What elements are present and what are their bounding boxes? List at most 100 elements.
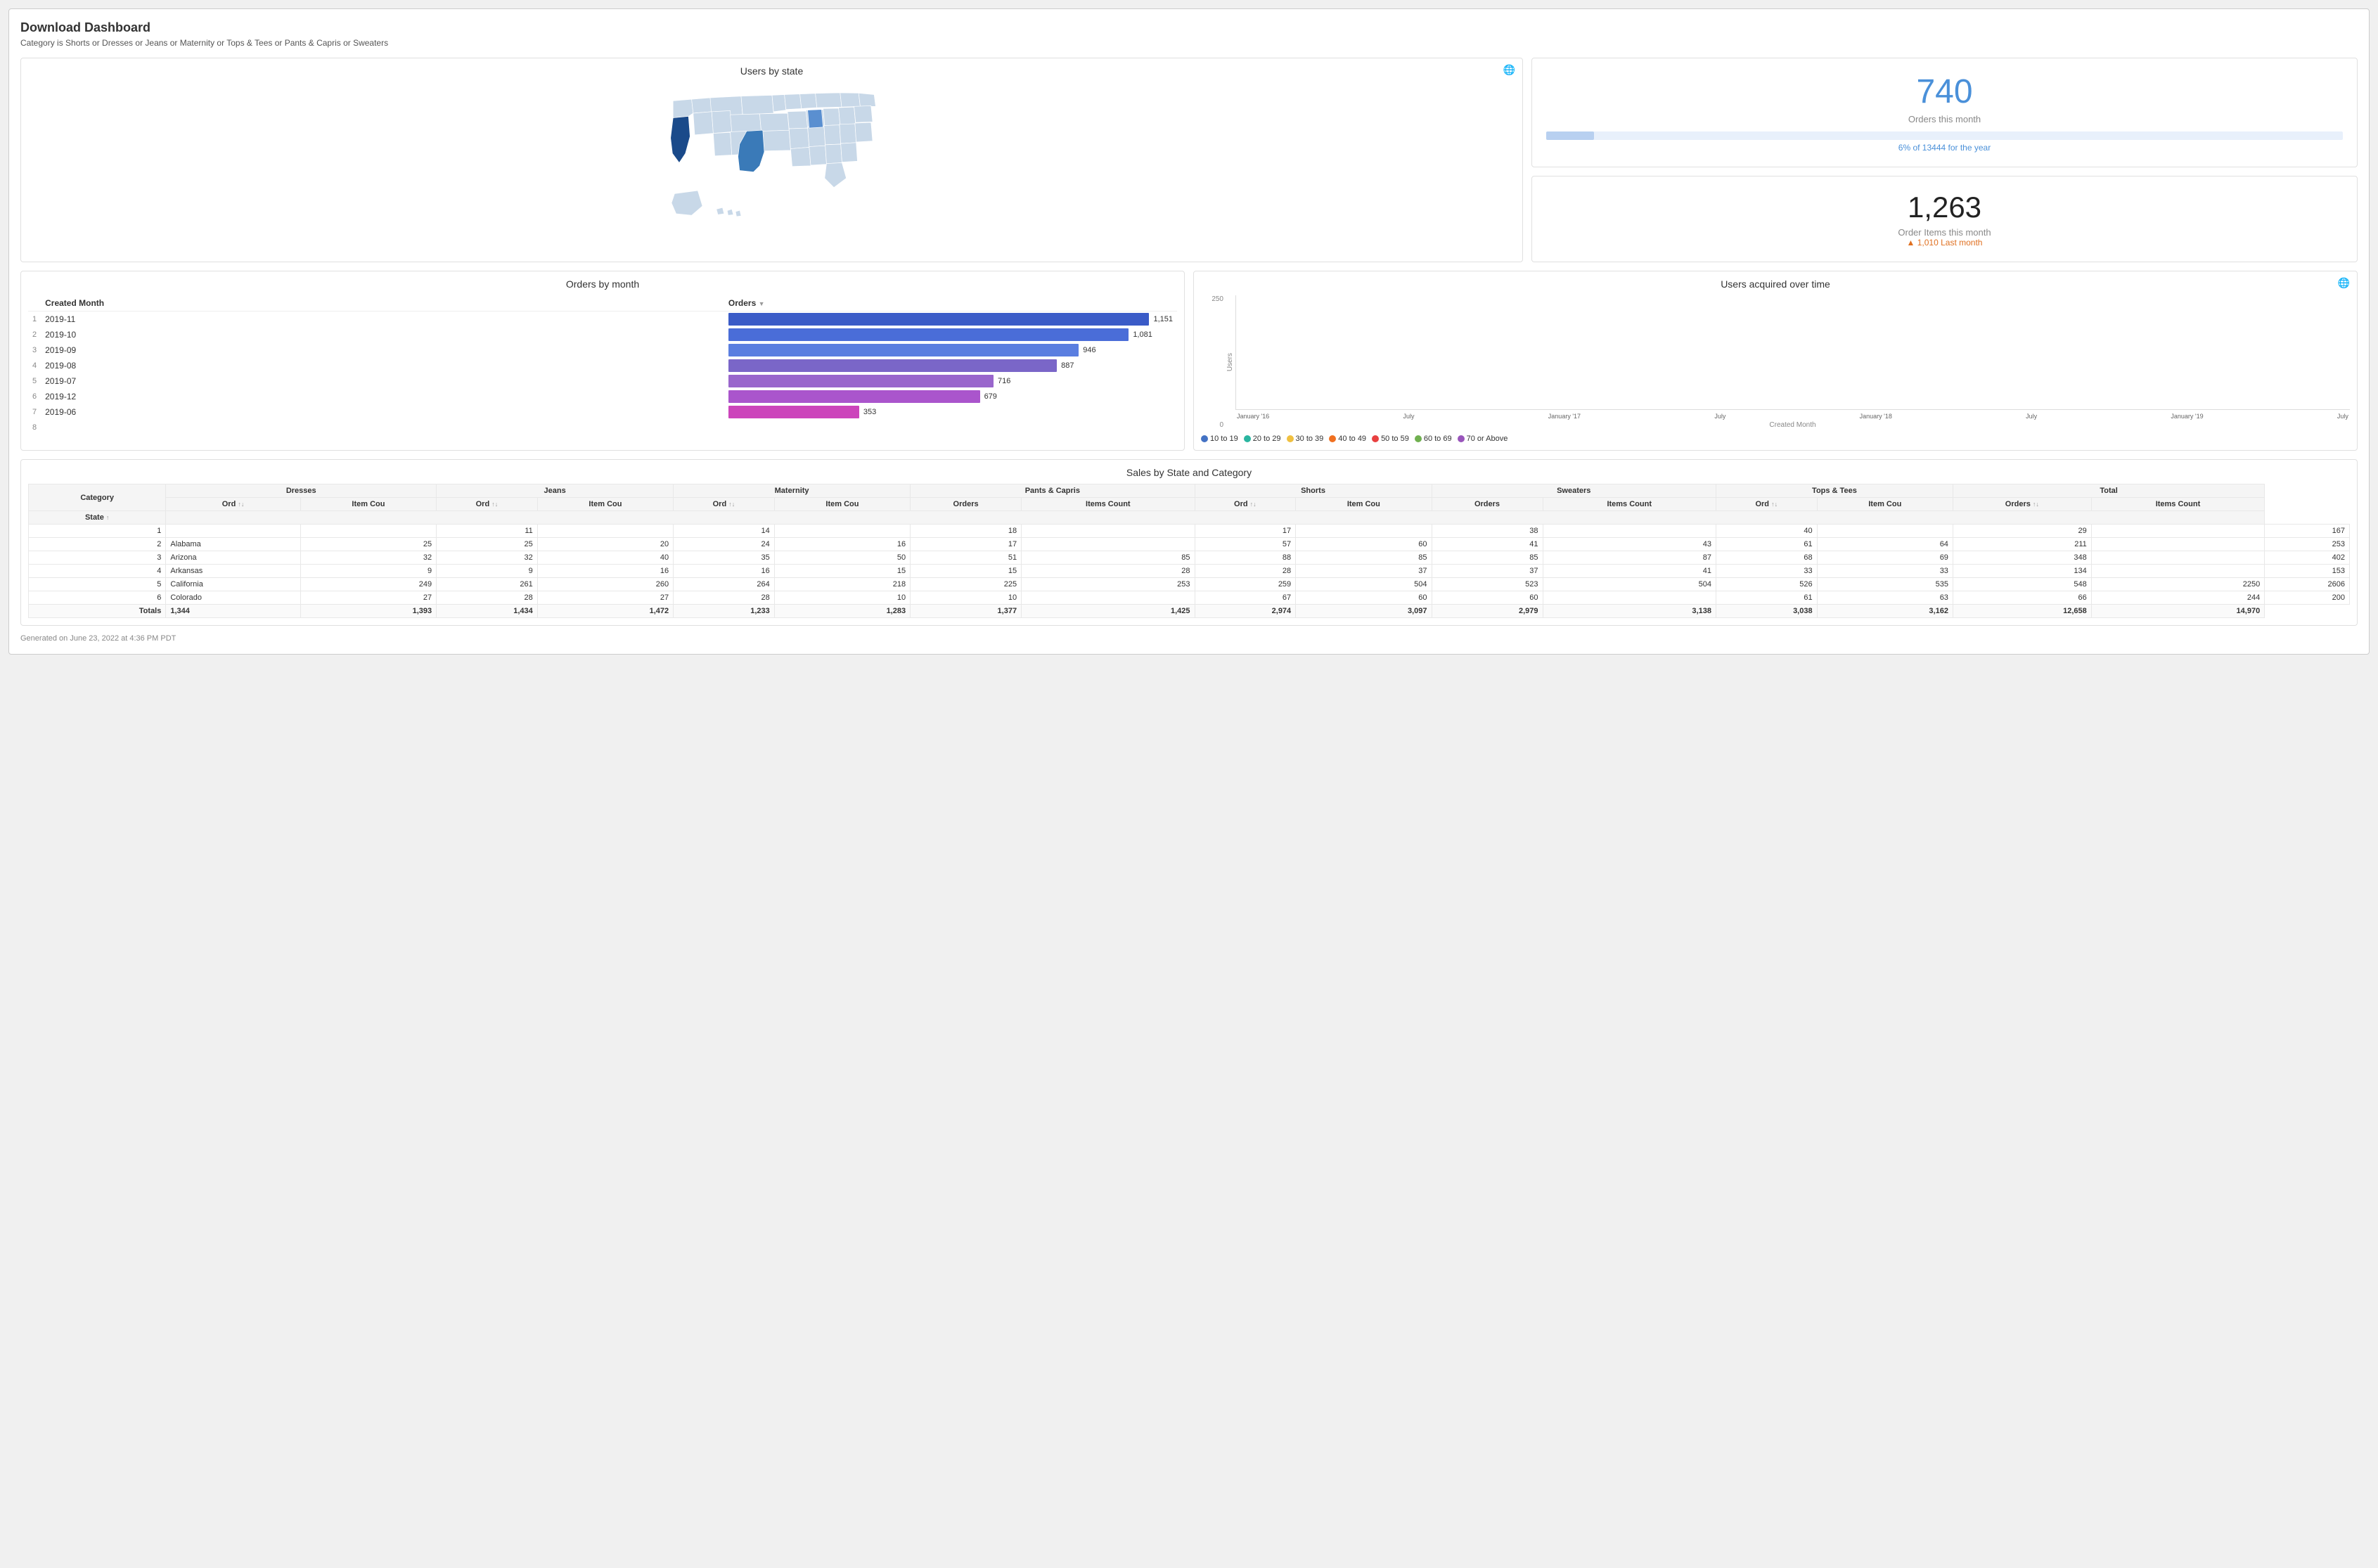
rank-header	[28, 295, 41, 311]
sw-ic: 40	[1716, 525, 1817, 538]
legend-item: 30 to 39	[1287, 435, 1324, 443]
row-bar-cell: 679	[724, 389, 1177, 404]
tt-ic: 211	[1953, 538, 2091, 551]
bar-row-inner: 679	[728, 390, 1173, 403]
metric-bar-text: 6% of 13444 for the year	[1546, 143, 2343, 153]
bar-val: 353	[863, 408, 876, 416]
je-ord-h[interactable]: Ord ↑↓	[437, 498, 538, 511]
sh-ic: 60	[1432, 591, 1543, 605]
bar-val: 716	[998, 377, 1010, 385]
y-axis-label: Users	[1226, 353, 1234, 371]
tops-header: Tops & Tees	[1716, 484, 1953, 498]
usa-map-svg	[568, 82, 976, 237]
users-chart-globe-icon[interactable]: 🌐	[2338, 277, 2350, 289]
row-month: 2019-08	[41, 358, 724, 373]
row-rank: 2	[28, 327, 41, 342]
sh-ord: 60	[1296, 538, 1432, 551]
je-ic: 35	[674, 551, 775, 565]
sales-panel: Sales by State and Category Category Dre…	[20, 459, 2358, 626]
row-rank: 1	[28, 311, 41, 328]
orders-bar-table: Created Month Orders ▼ 1 2019-11 1,151 2…	[28, 295, 1177, 435]
pc-header: Pants & Capris	[911, 484, 1195, 498]
stacked-bars	[1235, 295, 2350, 410]
ma-ic: 10	[911, 591, 1022, 605]
tt-ord-h[interactable]: Ord ↑↓	[1716, 498, 1817, 511]
je-ic: 14	[674, 525, 775, 538]
dr-ic: 25	[437, 538, 538, 551]
row-month: 2019-09	[41, 342, 724, 358]
pc-ic: 259	[1195, 578, 1296, 591]
sales-table: Category Dresses Jeans Maternity Pants &…	[28, 484, 2350, 618]
legend-label: 30 to 39	[1296, 435, 1324, 443]
tot-ord-h[interactable]: Orders ↑↓	[1953, 498, 2091, 511]
x-label: July	[1714, 413, 1725, 420]
legend-label: 70 or Above	[1467, 435, 1508, 443]
bar-val: 679	[984, 392, 997, 401]
table-row: 4 Arkansas 9 9 16 16 15 15 28 28 37 37 4…	[29, 565, 2350, 578]
row-rank: 7	[28, 404, 41, 420]
pc-ord	[1022, 591, 1195, 605]
ma-ord-h[interactable]: Ord ↑↓	[674, 498, 775, 511]
rank-cell: 1	[29, 525, 166, 538]
stacked-chart-container: 250 0 Users January '16JulyJanuary '17Ju…	[1201, 295, 2350, 429]
orders-header: Orders ▼	[724, 295, 1177, 311]
x-label: July	[1403, 413, 1415, 420]
tot-ma-ic: 1,283	[774, 605, 910, 618]
totals-label: Totals	[29, 605, 166, 618]
sw-ord: 41	[1543, 565, 1716, 578]
shorts-header: Shorts	[1195, 484, 1432, 498]
dr-ic-h: Item Cou	[300, 498, 436, 511]
sh-ord: 504	[1296, 578, 1432, 591]
dr-ord: 32	[300, 551, 436, 565]
ma-ord: 50	[774, 551, 910, 565]
x-label: July	[2026, 413, 2037, 420]
legend-item: 40 to 49	[1329, 435, 1366, 443]
pc-ord: 85	[1022, 551, 1195, 565]
order-items-sub: ▲ 1,010 Last month	[1546, 238, 2343, 248]
bar-val: 946	[1083, 346, 1095, 354]
tt-ord: 69	[1817, 551, 1953, 565]
sh-ic: 523	[1432, 578, 1543, 591]
bar-val: 1,151	[1153, 315, 1173, 323]
legend-dot	[1201, 435, 1208, 442]
bar-row: 6 2019-12 679	[28, 389, 1177, 404]
sales-table-scroll[interactable]: Category Dresses Jeans Maternity Pants &…	[28, 484, 2350, 618]
bar-fill	[728, 375, 994, 387]
tt-ic: 548	[1953, 578, 2091, 591]
ma-ic-h: Item Cou	[774, 498, 910, 511]
dr-ord-h[interactable]: Ord ↑↓	[166, 498, 300, 511]
tot-dr-ic: 1,393	[300, 605, 436, 618]
rank-cell: 5	[29, 578, 166, 591]
pc-ord: 28	[1022, 565, 1195, 578]
bar-fill	[728, 406, 859, 418]
state-subh[interactable]: State ↑	[29, 511, 166, 525]
row-month: 2019-11	[41, 311, 724, 328]
tt-ic: 348	[1953, 551, 2091, 565]
ma-ord: 218	[774, 578, 910, 591]
dr-ic: 28	[437, 591, 538, 605]
y-axis: 250 0	[1201, 295, 1226, 429]
row-month	[41, 420, 724, 435]
orders-month-value: 740	[1546, 72, 2343, 111]
je-ic: 24	[674, 538, 775, 551]
row-month: 2019-07	[41, 373, 724, 389]
x-axis-title: Created Month	[1235, 421, 2350, 429]
sw-ord	[1543, 525, 1716, 538]
bar-row-inner: 887	[728, 359, 1173, 372]
pc-ic-h: Items Count	[1022, 498, 1195, 511]
tt-ord	[1817, 525, 1953, 538]
dashboard: Download Dashboard Category is Shorts or…	[8, 8, 2370, 655]
sh-ord-h[interactable]: Ord ↑↓	[1195, 498, 1296, 511]
rank-cell: 4	[29, 565, 166, 578]
x-label: July	[2337, 413, 2348, 420]
bar-row: 2 2019-10 1,081	[28, 327, 1177, 342]
legend-dot	[1372, 435, 1379, 442]
metric-bar-wrap	[1546, 131, 2343, 140]
rank-cell: 6	[29, 591, 166, 605]
sw-ic: 33	[1716, 565, 1817, 578]
dashboard-title: Download Dashboard	[20, 20, 2358, 35]
tt-ic-h: Item Cou	[1817, 498, 1953, 511]
globe-icon[interactable]: 🌐	[1503, 64, 1515, 76]
row-bar-cell: 353	[724, 404, 1177, 420]
ma-ic: 18	[911, 525, 1022, 538]
